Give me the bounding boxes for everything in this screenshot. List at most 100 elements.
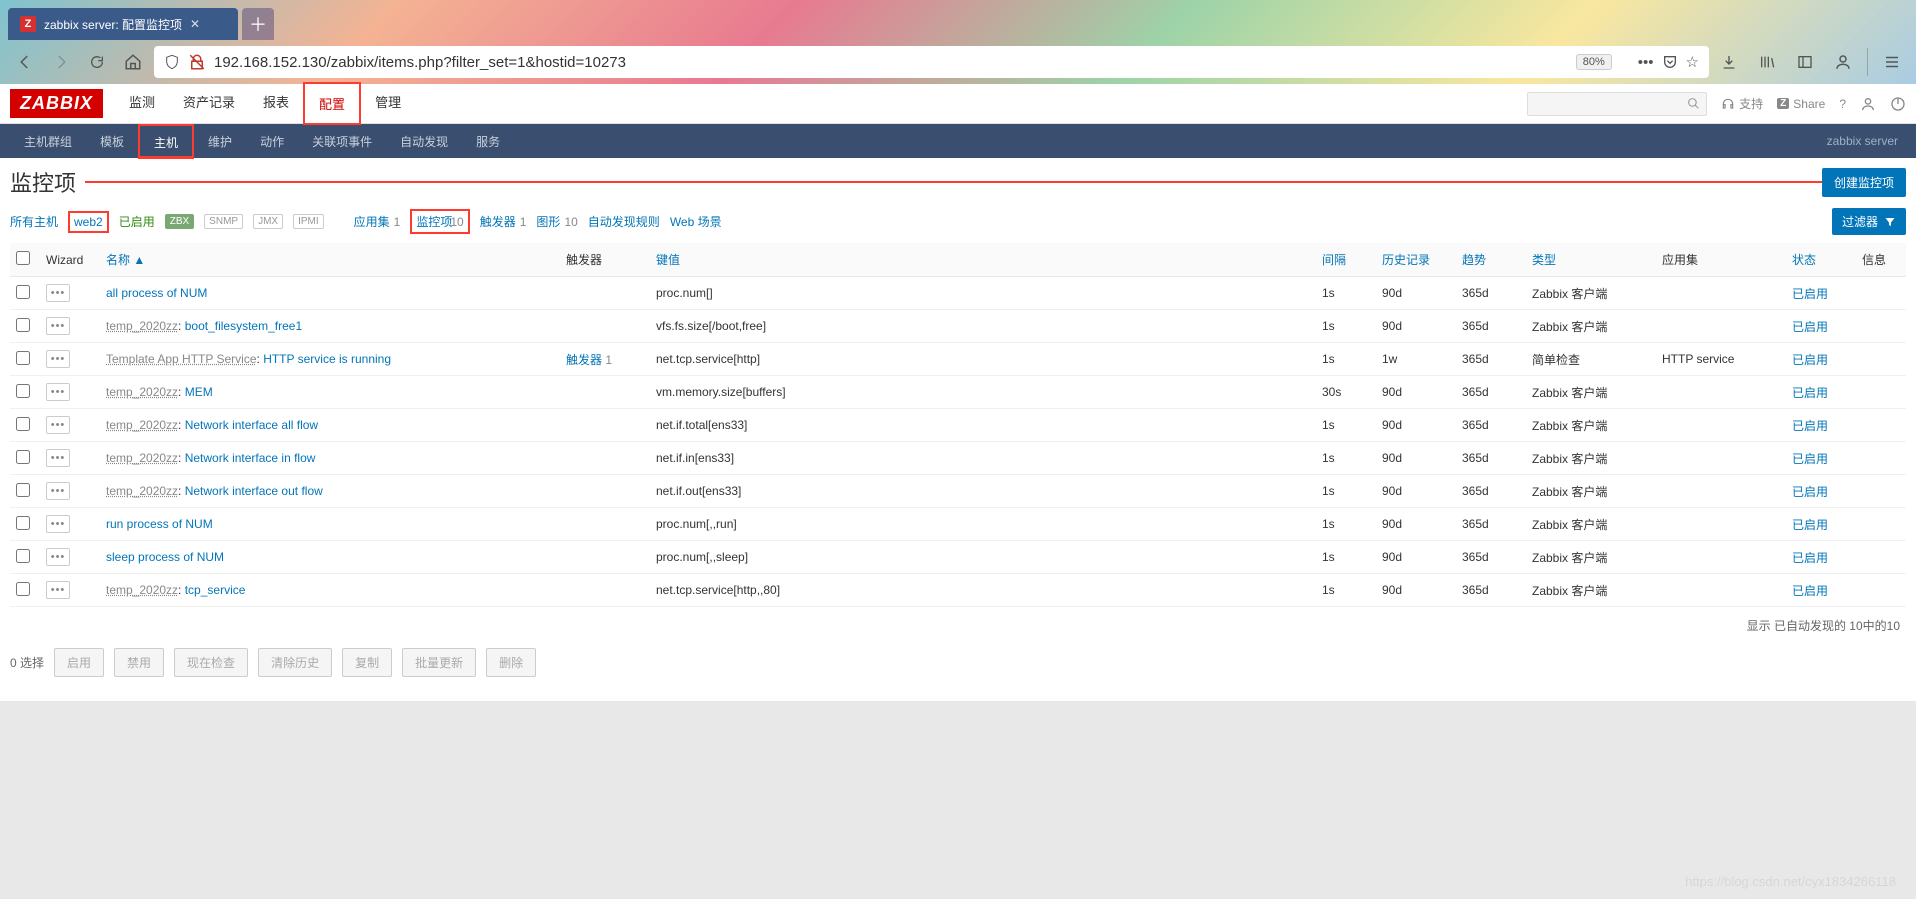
- template-prefix[interactable]: temp_2020zz: [106, 319, 178, 333]
- zoom-level[interactable]: 80%: [1576, 54, 1612, 70]
- row-checkbox[interactable]: [16, 450, 30, 464]
- wizard-menu-button[interactable]: •••: [46, 284, 70, 302]
- discovery-link[interactable]: 自动发现规则: [588, 213, 660, 230]
- row-checkbox[interactable]: [16, 285, 30, 299]
- wizard-menu-button[interactable]: •••: [46, 515, 70, 533]
- disable-button[interactable]: 禁用: [114, 648, 164, 677]
- web-link[interactable]: Web 场景: [670, 213, 722, 230]
- status-link[interactable]: 已启用: [1792, 386, 1828, 400]
- create-item-button[interactable]: 创建监控项: [1822, 168, 1906, 197]
- item-name-link[interactable]: all process of NUM: [106, 286, 207, 300]
- item-name-link[interactable]: Network interface in flow: [185, 451, 316, 465]
- row-checkbox[interactable]: [16, 417, 30, 431]
- subnav-actions[interactable]: 动作: [246, 125, 298, 158]
- nav-reports[interactable]: 报表: [249, 82, 303, 125]
- col-history[interactable]: 历史记录: [1382, 253, 1430, 267]
- downloads-icon[interactable]: [1715, 48, 1743, 76]
- wizard-menu-button[interactable]: •••: [46, 416, 70, 434]
- account-icon[interactable]: [1829, 48, 1857, 76]
- item-name-link[interactable]: boot_filesystem_free1: [185, 319, 302, 333]
- col-status[interactable]: 状态: [1792, 253, 1816, 267]
- item-name-link[interactable]: MEM: [185, 385, 213, 399]
- template-prefix[interactable]: temp_2020zz: [106, 418, 178, 432]
- user-icon[interactable]: [1860, 96, 1876, 112]
- host-link[interactable]: web2: [74, 215, 103, 229]
- status-link[interactable]: 已启用: [1792, 287, 1828, 301]
- item-name-link[interactable]: sleep process of NUM: [106, 550, 224, 564]
- subnav-correlation[interactable]: 关联项事件: [298, 125, 386, 158]
- subnav-services[interactable]: 服务: [462, 125, 514, 158]
- items-link[interactable]: 监控项: [416, 213, 452, 230]
- row-checkbox[interactable]: [16, 384, 30, 398]
- apps-link[interactable]: 应用集: [354, 213, 390, 230]
- filter-button[interactable]: 过滤器: [1832, 208, 1906, 235]
- forward-button[interactable]: [46, 47, 76, 77]
- subnav-maintenance[interactable]: 维护: [194, 125, 246, 158]
- template-prefix[interactable]: Template App HTTP Service: [106, 352, 257, 366]
- url-bar[interactable]: 80% ••• ☆: [154, 46, 1709, 78]
- nav-administration[interactable]: 管理: [361, 82, 415, 125]
- wizard-menu-button[interactable]: •••: [46, 581, 70, 599]
- status-link[interactable]: 已启用: [1792, 320, 1828, 334]
- row-checkbox[interactable]: [16, 549, 30, 563]
- wizard-menu-button[interactable]: •••: [46, 482, 70, 500]
- enable-button[interactable]: 启用: [54, 648, 104, 677]
- back-button[interactable]: [10, 47, 40, 77]
- shield-icon[interactable]: [164, 54, 180, 70]
- copy-button[interactable]: 复制: [342, 648, 392, 677]
- status-link[interactable]: 已启用: [1792, 485, 1828, 499]
- sidebar-icon[interactable]: [1791, 48, 1819, 76]
- item-name-link[interactable]: Network interface out flow: [185, 484, 323, 498]
- row-checkbox[interactable]: [16, 351, 30, 365]
- nav-configuration[interactable]: 配置: [303, 82, 361, 125]
- bookmark-star-icon[interactable]: ☆: [1686, 53, 1699, 71]
- select-all-checkbox[interactable]: [16, 251, 30, 265]
- subnav-discovery[interactable]: 自动发现: [386, 125, 462, 158]
- help-icon[interactable]: ?: [1839, 97, 1846, 111]
- graphs-link[interactable]: 图形: [536, 213, 560, 230]
- nav-monitoring[interactable]: 监测: [115, 82, 169, 125]
- wizard-menu-button[interactable]: •••: [46, 449, 70, 467]
- all-hosts-link[interactable]: 所有主机: [10, 213, 58, 230]
- col-key[interactable]: 键值: [656, 253, 680, 267]
- pocket-icon[interactable]: [1662, 54, 1678, 70]
- col-interval[interactable]: 间隔: [1322, 253, 1346, 267]
- subnav-hosts[interactable]: 主机: [138, 124, 194, 159]
- trigger-link[interactable]: 触发器: [566, 353, 602, 367]
- subnav-templates[interactable]: 模板: [86, 125, 138, 158]
- status-link[interactable]: 已启用: [1792, 584, 1828, 598]
- nav-inventory[interactable]: 资产记录: [169, 82, 249, 125]
- col-name[interactable]: 名称 ▲: [106, 253, 145, 267]
- wizard-menu-button[interactable]: •••: [46, 350, 70, 368]
- item-name-link[interactable]: tcp_service: [185, 583, 246, 597]
- row-checkbox[interactable]: [16, 516, 30, 530]
- col-trends[interactable]: 趋势: [1462, 253, 1486, 267]
- new-tab-button[interactable]: ＋: [242, 8, 274, 40]
- triggers-link[interactable]: 触发器: [480, 213, 516, 230]
- global-search[interactable]: [1527, 92, 1707, 116]
- row-checkbox[interactable]: [16, 318, 30, 332]
- wizard-menu-button[interactable]: •••: [46, 383, 70, 401]
- template-prefix[interactable]: temp_2020zz: [106, 583, 178, 597]
- item-name-link[interactable]: run process of NUM: [106, 517, 213, 531]
- more-icon[interactable]: •••: [1638, 54, 1654, 71]
- template-prefix[interactable]: temp_2020zz: [106, 385, 178, 399]
- status-link[interactable]: 已启用: [1792, 353, 1828, 367]
- item-name-link[interactable]: Network interface all flow: [185, 418, 318, 432]
- subnav-hostgroups[interactable]: 主机群组: [10, 125, 86, 158]
- row-checkbox[interactable]: [16, 582, 30, 596]
- status-link[interactable]: 已启用: [1792, 419, 1828, 433]
- status-link[interactable]: 已启用: [1792, 518, 1828, 532]
- template-prefix[interactable]: temp_2020zz: [106, 484, 178, 498]
- address-input[interactable]: [214, 54, 1568, 71]
- status-link[interactable]: 已启用: [1792, 551, 1828, 565]
- share-link[interactable]: Z Share: [1777, 97, 1825, 111]
- library-icon[interactable]: [1753, 48, 1781, 76]
- wizard-menu-button[interactable]: •••: [46, 548, 70, 566]
- mass-update-button[interactable]: 批量更新: [402, 648, 476, 677]
- template-prefix[interactable]: temp_2020zz: [106, 451, 178, 465]
- col-type[interactable]: 类型: [1532, 253, 1556, 267]
- zabbix-logo[interactable]: ZABBIX: [10, 89, 103, 118]
- clear-history-button[interactable]: 清除历史: [258, 648, 332, 677]
- item-name-link[interactable]: HTTP service is running: [263, 352, 391, 366]
